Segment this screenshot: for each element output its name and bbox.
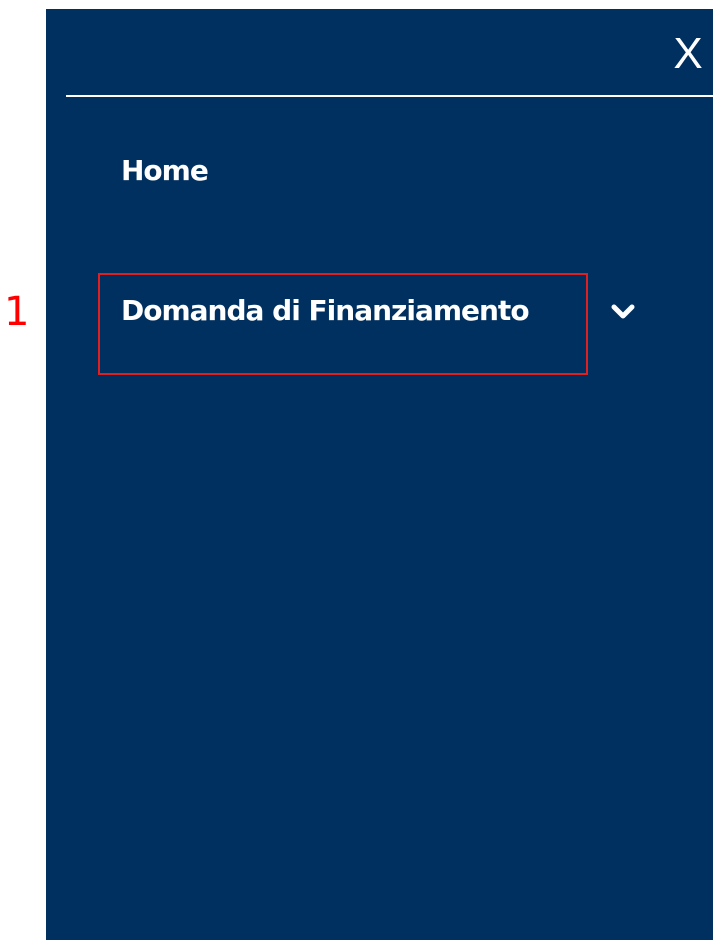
menu-item-home[interactable]: Home (121, 151, 209, 191)
menu-divider (66, 95, 713, 97)
annotation-highlight-box (98, 273, 588, 375)
annotation-number: 1 (4, 289, 30, 335)
side-menu-panel (46, 9, 713, 940)
chevron-down-icon[interactable] (609, 300, 637, 324)
chevron-down-icon-graphic (611, 304, 635, 319)
page: X Home Domanda di Finanziamento 1 (0, 0, 713, 940)
close-button[interactable]: X (666, 24, 710, 84)
